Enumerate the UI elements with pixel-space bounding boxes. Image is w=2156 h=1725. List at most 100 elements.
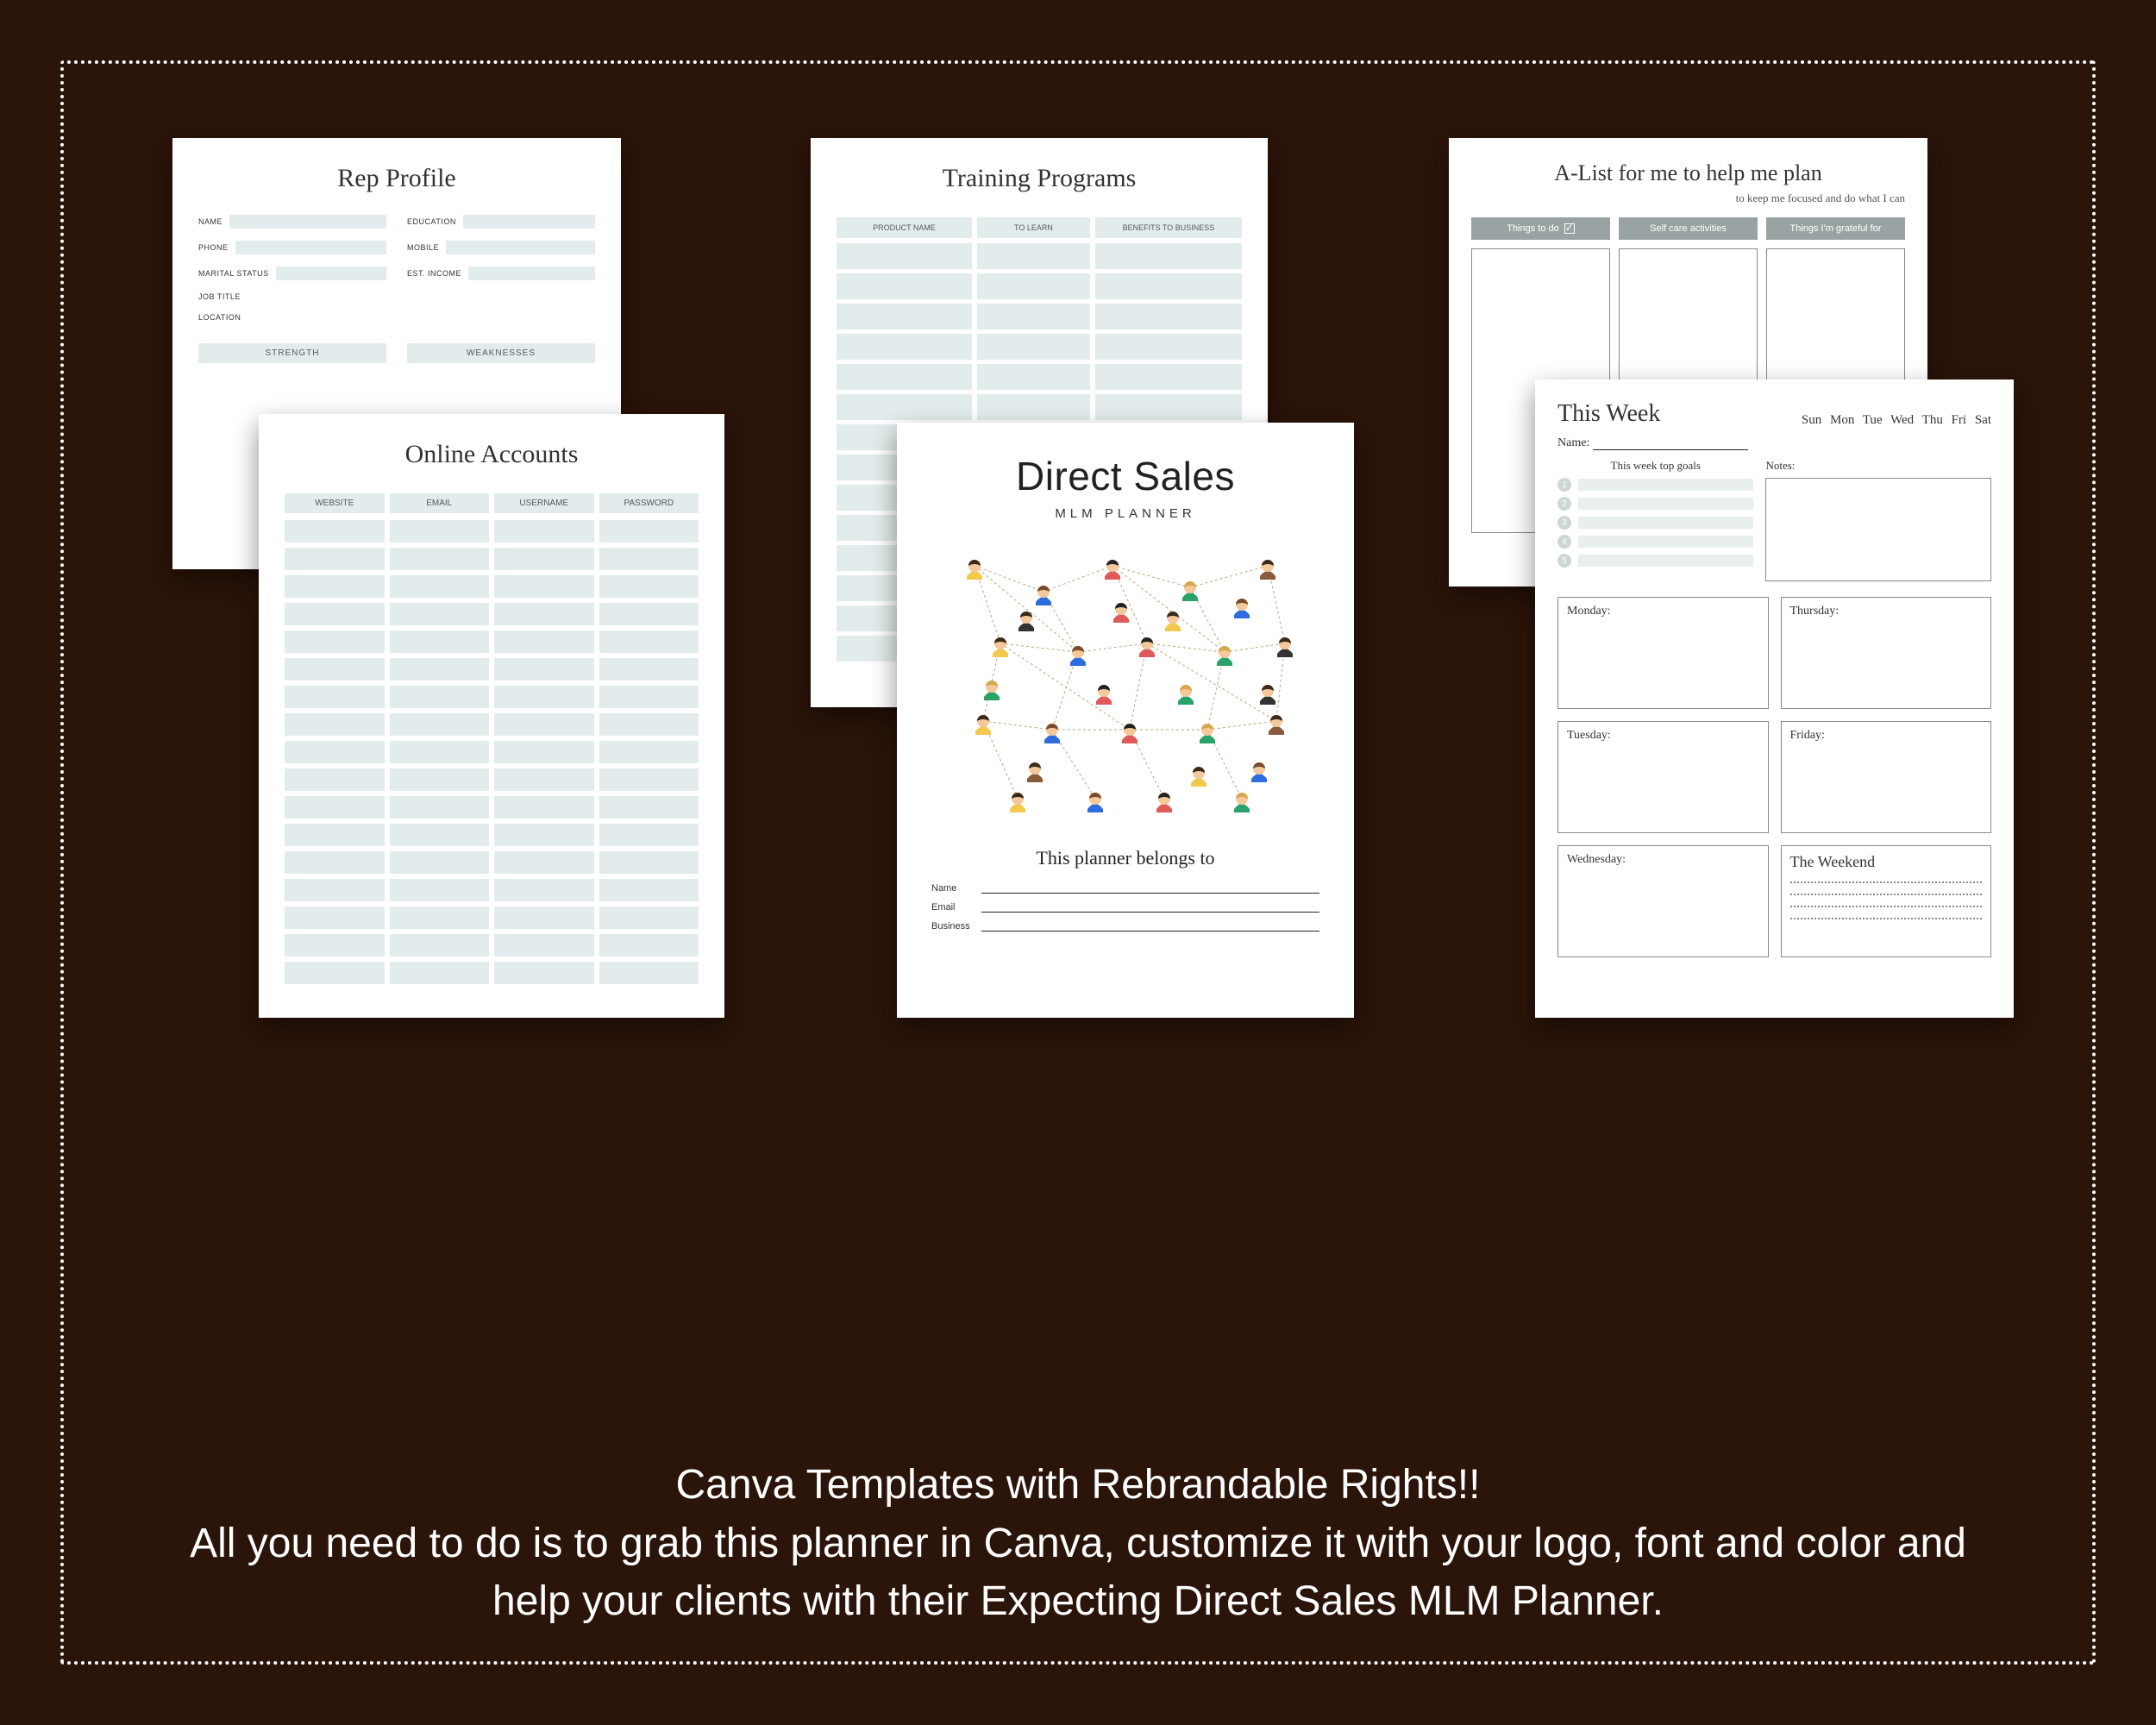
week-day-grid: Monday: Thursday: Tuesday: Friday: Wedne…	[1557, 597, 1991, 957]
rp-label: NAME	[198, 217, 222, 226]
day-wednesday: Wednesday:	[1557, 845, 1769, 957]
rp-colhead-weaknesses: WEAKNESSES	[407, 343, 595, 363]
rp-label: EST. INCOME	[407, 269, 461, 278]
goal-slot	[1578, 498, 1753, 510]
rep-profile-fields: NAME EDUCATION PHONE MOBILE MARITAL STAT…	[198, 215, 595, 322]
alist-col-todo: Things to do	[1471, 217, 1610, 240]
goal-number: 2	[1557, 497, 1571, 511]
cover-subtitle: MLM PLANNER	[1055, 506, 1195, 521]
goal-slot	[1578, 536, 1753, 548]
goal-number: 1	[1557, 478, 1571, 492]
tp-row	[837, 334, 1242, 360]
oa-row	[285, 630, 699, 653]
page-this-week: This Week Sun Mon Tue Wed Thu Fri Sat Na…	[1535, 380, 2014, 1018]
oa-col-website: WEBSITE	[285, 493, 385, 513]
tp-row	[837, 304, 1242, 329]
rp-label: JOB TITLE	[198, 292, 241, 301]
oa-row	[285, 686, 699, 708]
oa-row	[285, 520, 699, 543]
cover-line-business: Business	[931, 921, 1319, 932]
tp-col-learn: TO LEARN	[977, 217, 1090, 238]
day-monday: Monday:	[1557, 597, 1769, 709]
cover-line-name: Name	[931, 883, 1319, 894]
oa-row	[285, 906, 699, 929]
goal-item: 4	[1557, 535, 1753, 549]
goal-item: 5	[1557, 554, 1753, 568]
oa-row	[285, 603, 699, 625]
week-name-line: Name:	[1557, 436, 1991, 450]
goal-item: 2	[1557, 497, 1753, 511]
oa-row	[285, 713, 699, 736]
cover-line-email: Email	[931, 902, 1319, 913]
oa-row	[285, 796, 699, 819]
day-weekend: The Weekend	[1781, 845, 1992, 957]
oa-row	[285, 824, 699, 846]
cover-title: Direct Sales	[1016, 453, 1235, 499]
day-friday: Friday:	[1781, 721, 1992, 833]
oa-row	[285, 548, 699, 570]
page-direct-sales-cover: Direct Sales MLM PLANNER	[897, 423, 1354, 1018]
goal-item: 3	[1557, 516, 1753, 530]
cover-belongs-to: This planner belongs to	[1036, 847, 1214, 869]
notes-title: Notes:	[1765, 459, 1991, 473]
tp-row	[837, 394, 1242, 420]
tp-row	[837, 243, 1242, 269]
tp-row	[837, 364, 1242, 390]
alist-col-grateful: Things I'm grateful for	[1766, 217, 1905, 240]
tp-col-product: PRODUCT NAME	[837, 217, 972, 238]
oa-row	[285, 768, 699, 791]
oa-col-password: PASSWORD	[599, 493, 699, 513]
day-thursday: Thursday:	[1781, 597, 1992, 709]
weekend-title: The Weekend	[1790, 853, 1983, 871]
check-icon	[1564, 223, 1575, 234]
rp-slot	[276, 267, 386, 280]
oa-col-email: EMAIL	[390, 493, 490, 513]
goal-number: 4	[1557, 535, 1571, 549]
oa-row	[285, 741, 699, 763]
rp-slot	[468, 267, 595, 280]
oa-row	[285, 962, 699, 984]
week-title: This Week	[1557, 400, 1660, 428]
oa-row	[285, 879, 699, 901]
rp-label: MARITAL STATUS	[198, 269, 269, 278]
alist-tagline: to keep me focused and do what I can	[1471, 191, 1905, 205]
marketing-line2: All you need to do is to grab this plann…	[164, 1515, 1992, 1630]
oa-rows	[285, 520, 699, 984]
rp-slot	[235, 241, 386, 254]
rp-label: PHONE	[198, 243, 229, 252]
network-icon	[940, 540, 1311, 825]
rp-label: EDUCATION	[407, 217, 456, 226]
tp-header: PRODUCT NAME TO LEARN BENEFITS TO BUSINE…	[837, 217, 1242, 238]
oa-row	[285, 658, 699, 681]
oa-row	[285, 575, 699, 598]
goal-slot	[1578, 555, 1753, 567]
week-goals: This week top goals 1 2 3 4 5	[1557, 459, 1753, 581]
canvas: Rep Profile NAME EDUCATION PHONE MOBILE …	[60, 60, 2096, 1665]
goals-title: This week top goals	[1557, 459, 1753, 473]
day-tuesday: Tuesday:	[1557, 721, 1769, 833]
goal-item: 1	[1557, 478, 1753, 492]
notes-box	[1765, 478, 1991, 581]
week-days: Sun Mon Tue Wed Thu Fri Sat	[1802, 413, 1991, 428]
rp-label: MOBILE	[407, 243, 439, 252]
goal-slot	[1578, 517, 1753, 529]
cover-network-graphic	[940, 540, 1311, 825]
online-accounts-title: Online Accounts	[285, 440, 699, 469]
rp-colhead-strength: STRENGTH	[198, 343, 386, 363]
goal-number: 5	[1557, 554, 1571, 568]
rp-slot	[463, 215, 595, 229]
alist-title: A-List for me to help me plan	[1471, 160, 1905, 186]
training-title: Training Programs	[837, 164, 1242, 193]
oa-col-username: USERNAME	[494, 493, 594, 513]
rp-slot	[229, 215, 386, 229]
goal-slot	[1578, 479, 1753, 491]
oa-row	[285, 934, 699, 957]
marketing-copy: Canva Templates with Rebrandable Rights!…	[60, 1456, 2096, 1630]
tp-col-benefits: BENEFITS TO BUSINESS	[1095, 217, 1242, 238]
marketing-line1: Canva Templates with Rebrandable Rights!…	[164, 1456, 1992, 1514]
oa-row	[285, 851, 699, 874]
alist-col-selfcare: Self care activities	[1619, 217, 1758, 240]
oa-header: WEBSITE EMAIL USERNAME PASSWORD	[285, 493, 699, 513]
goal-number: 3	[1557, 516, 1571, 530]
rp-label: LOCATION	[198, 313, 241, 322]
